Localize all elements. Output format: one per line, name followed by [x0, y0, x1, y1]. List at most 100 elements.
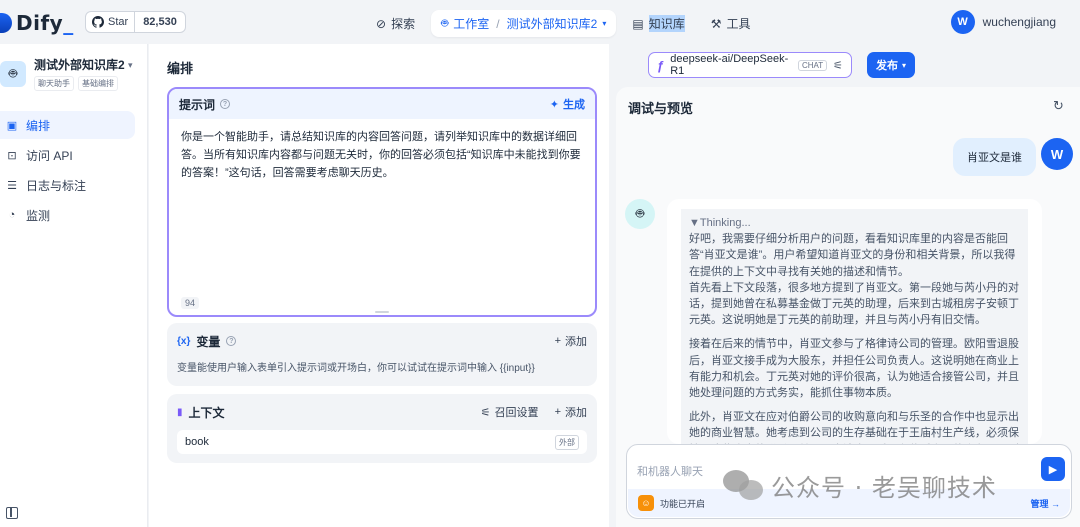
nav-knowledge-label: 知识库: [648, 15, 685, 32]
feature-icon: ☺: [638, 495, 654, 511]
thinking-paragraph: 首先看上下文段落，很多地方提到了肖亚文。第一段她与芮小丹的对话，提到她曾在私募基…: [689, 281, 1019, 327]
debug-title: 调试与预览: [628, 101, 694, 116]
thinking-toggle[interactable]: ▼Thinking...: [689, 215, 1020, 231]
sidebar-item-label: 监测: [26, 208, 51, 223]
resize-handle[interactable]: [375, 311, 389, 313]
hammer-icon: ⚒: [710, 16, 722, 31]
variable-icon: {x}: [177, 335, 191, 347]
sparkle-icon: ✦: [549, 98, 559, 111]
manage-features-button[interactable]: 管理 →: [1030, 497, 1060, 510]
app-sidebar: 🤖︎ 测试外部知识库2 聊天助手 基础编排 ▾ ▣ 编排 ⊡ 访问 API ☰ …: [0, 44, 148, 527]
avatar: W: [950, 10, 975, 34]
sidebar-item-api[interactable]: ⊡ 访问 API: [0, 141, 135, 169]
model-selector[interactable]: ƒ deepseek-ai/DeepSeek-R1 CHAT ⚟: [648, 52, 852, 78]
compass-icon: ⊘: [376, 16, 387, 31]
app-type-tag: 聊天助手: [34, 76, 74, 91]
sidebar-item-orchestrate[interactable]: ▣ 编排: [0, 111, 135, 139]
app-header[interactable]: 🤖︎ 测试外部知识库2 聊天助手 基础编排: [0, 44, 147, 91]
thinking-paragraph: 此外，肖亚文在应对伯爵公司的收购意向和与乐圣的合作中也显示出她的商业智慧。她考虑…: [689, 411, 1019, 444]
model-mode-badge: CHAT: [797, 59, 828, 71]
book-icon: ▤: [632, 16, 644, 31]
send-button[interactable]: ▶: [1041, 457, 1065, 481]
app-robot-icon: 🤖︎: [0, 60, 26, 87]
settings-sliders-icon: ⚟: [480, 406, 491, 419]
orchestrate-icon: ▣: [6, 119, 18, 132]
add-variable-button[interactable]: + 添加: [555, 333, 587, 349]
sidebar-menu: ▣ 编排 ⊡ 访问 API ☰ 日志与标注 ◔ 监测: [0, 111, 147, 229]
nav-explore-label: 探索: [391, 17, 416, 31]
sidebar-item-label: 访问 API: [26, 148, 73, 163]
orchestrate-panel: 编排 提示词 ? ✦ 生成 你是一个智能助手，请总结知识库的内容回答问题，请列举…: [149, 44, 609, 527]
variables-description: 变量能使用户输入表单引入提示词或开场白，你可以试试在提示词中输入 {{input…: [177, 363, 535, 374]
nav-knowledge[interactable]: ▤ 知识库: [622, 10, 694, 37]
help-icon[interactable]: ?: [220, 99, 231, 109]
logo-mark-icon: [0, 13, 12, 33]
generate-button[interactable]: ✦ 生成: [550, 96, 585, 112]
monitor-icon: ◔: [8, 209, 16, 221]
log-icon: ☰: [7, 179, 17, 192]
recall-settings-button[interactable]: ⚟ 召回设置: [481, 404, 539, 420]
main-nav: ⊘ 探索 🤖︎ 工作室 / 测试外部知识库2 ▾ ▤ 知识库 ⚒ 工具: [366, 10, 760, 37]
publish-button[interactable]: 发布 ▾: [867, 52, 915, 78]
thinking-paragraph: 接着在后来的情节中，肖亚文参与了格律诗公司的管理。欧阳雪退股后，肖亚文接手成为大…: [689, 338, 1019, 400]
help-icon[interactable]: ?: [226, 336, 237, 346]
model-name: deepseek-ai/DeepSeek-R1: [670, 53, 789, 77]
settings-sliders-icon: ⚟: [833, 59, 843, 72]
watermark-text: 公众号 · 老吴聊技术: [771, 474, 997, 502]
thinking-paragraph: 好吧，我需要仔细分析用户的问题，看看知识库里的内容是否能回答“肖亚文是谁”。用户…: [689, 233, 1016, 278]
dify-logo[interactable]: Dify_: [0, 11, 74, 35]
wechat-icon: [723, 469, 765, 502]
char-count: 94: [181, 297, 200, 309]
bot-avatar-icon: 🤖︎: [625, 199, 655, 229]
app-mode-tag: 基础编排: [78, 76, 118, 91]
context-card: ▮ 上下文 ⚟ 召回设置 + 添加 book 外部: [167, 394, 597, 463]
user-avatar: W: [1041, 138, 1073, 170]
logo-text: Dify: [16, 11, 64, 35]
nav-explore[interactable]: ⊘ 探索: [366, 10, 425, 37]
add-context-button[interactable]: + 添加: [555, 404, 587, 420]
chat-input[interactable]: 和机器人聊天: [637, 463, 703, 479]
external-badge: 外部: [555, 434, 579, 450]
nav-studio[interactable]: 🤖︎ 工作室 / 测试外部知识库2 ▾: [431, 10, 617, 37]
publish-label: 发布: [875, 60, 898, 72]
bot-message: ▼Thinking... 好吧，我需要仔细分析用户的问题，看看知识库里的内容是否…: [667, 199, 1042, 444]
github-star-button[interactable]: Star 82,530: [85, 11, 186, 33]
refresh-icon[interactable]: ↻: [1053, 98, 1064, 114]
chevron-down-icon: ▾: [602, 19, 607, 28]
github-icon: [92, 16, 104, 28]
nav-studio-label: 工作室: [453, 17, 490, 31]
feature-status: 功能已开启: [660, 498, 706, 509]
variables-card: {x} 变量 ? + 添加 变量能使用户输入表单引入提示词或开场白，你可以试试在提…: [167, 323, 597, 386]
top-nav: Dify_ Star 82,530 ⊘ 探索 🤖︎ 工作室 / 测试外部知识库2…: [0, 0, 1080, 44]
user-menu[interactable]: W wuchengjiang: [950, 10, 1056, 34]
terminal-icon: ⊡: [7, 149, 17, 162]
app-switcher[interactable]: 测试外部知识库2: [507, 15, 598, 32]
send-icon: ▶: [1048, 463, 1058, 476]
context-item-name: book: [185, 436, 209, 448]
user-message: 肖亚文是谁: [953, 138, 1036, 176]
prompt-textarea[interactable]: 你是一个智能助手，请总结知识库的内容回答问题，请列举知识库中的数据详细回答。当所…: [169, 119, 595, 191]
sidebar-item-label: 日志与标注: [26, 178, 87, 193]
chevron-down-icon[interactable]: ▾: [128, 60, 133, 71]
plus-icon: +: [554, 335, 561, 347]
context-item[interactable]: book 外部: [177, 430, 587, 454]
sidebar-item-label: 编排: [26, 118, 51, 133]
thinking-block: ▼Thinking... 好吧，我需要仔细分析用户的问题，看看知识库里的内容是否…: [681, 209, 1028, 444]
document-icon: ▮: [177, 406, 183, 418]
variables-title: 变量: [196, 334, 221, 349]
sidebar-item-logs[interactable]: ☰ 日志与标注: [0, 171, 135, 199]
app-name: 测试外部知识库2: [34, 58, 125, 72]
chevron-down-icon: ▾: [901, 60, 906, 70]
context-title: 上下文: [188, 405, 225, 420]
prompt-title: 提示词: [179, 97, 216, 112]
sidebar-item-monitor[interactable]: ◔ 监测: [0, 201, 135, 229]
nav-tools[interactable]: ⚒ 工具: [701, 10, 761, 37]
page-title: 编排: [167, 61, 194, 76]
github-star-label: Star: [108, 16, 129, 28]
watermark: 公众号 · 老吴聊技术: [723, 468, 997, 503]
collapse-sidebar-icon[interactable]: [6, 507, 18, 519]
debug-preview-panel: 调试与预览 ↻ 肖亚文是谁 W 🤖︎ ▼Thinking... 好吧，我需要仔细…: [616, 87, 1080, 527]
robot-icon: 🤖︎: [441, 16, 449, 30]
prompt-editor[interactable]: 提示词 ? ✦ 生成 你是一个智能助手，请总结知识库的内容回答问题，请列举知识库…: [167, 87, 597, 317]
github-star-count: 82,530: [143, 16, 177, 28]
